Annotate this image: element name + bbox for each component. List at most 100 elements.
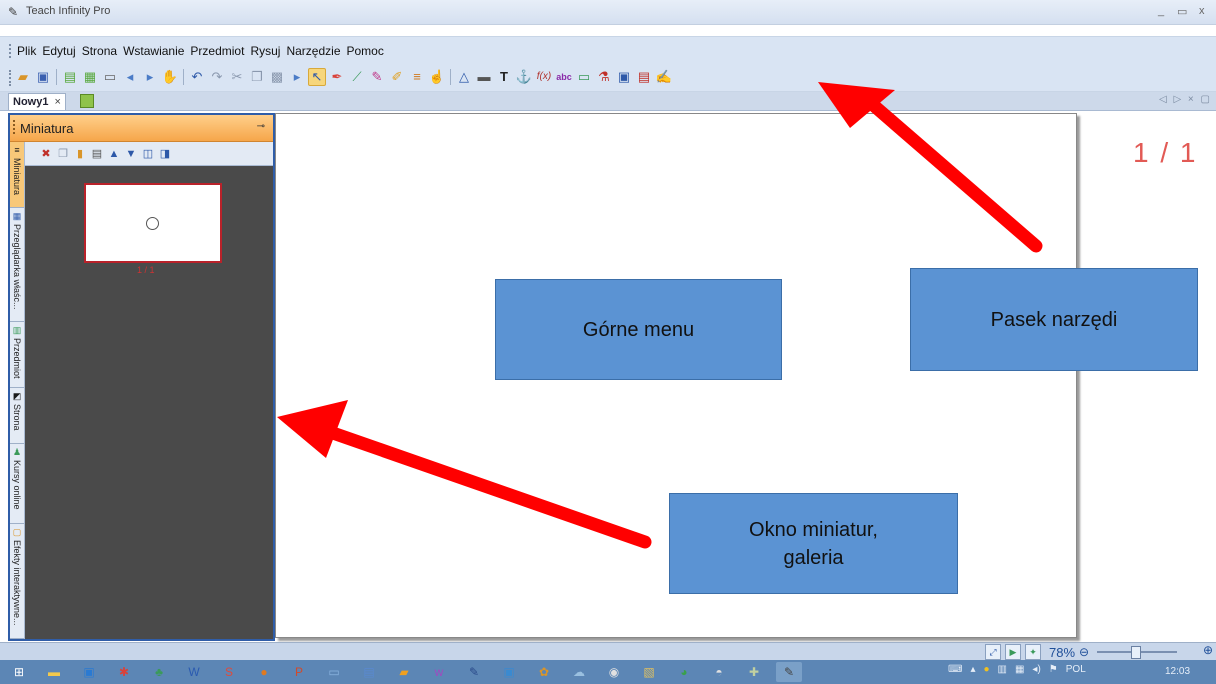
menu-narzedzie[interactable]: Narzędzie	[285, 44, 341, 58]
chrome-icon[interactable]: ◕	[671, 662, 697, 682]
page-thumbnail[interactable]	[84, 183, 222, 263]
menu-grip[interactable]	[9, 44, 13, 58]
paste-icon[interactable]: ▩	[268, 68, 286, 86]
new-page-green-icon[interactable]: ▦	[81, 68, 99, 86]
abc-icon[interactable]: abc	[555, 68, 573, 86]
keyboard-icon[interactable]: ⌨	[948, 664, 962, 675]
play-icon[interactable]: ▶	[1005, 644, 1021, 660]
outlook-icon[interactable]: ▣	[76, 662, 102, 682]
menu-przedmiot[interactable]: Przedmiot	[189, 44, 245, 58]
next-page-icon[interactable]: ▸	[141, 68, 159, 86]
fit-page-icon[interactable]: ⤢	[985, 644, 1001, 660]
menu-strona[interactable]: Strona	[81, 44, 118, 58]
save-icon[interactable]: ▣	[34, 68, 52, 86]
text-icon[interactable]: T	[495, 68, 513, 86]
flag-icon[interactable]: ⚑	[1049, 664, 1058, 675]
app-red-icon[interactable]: ✱	[111, 662, 137, 682]
app-disc-icon[interactable]: ◉	[601, 662, 627, 682]
folder-open-icon[interactable]: ▰	[14, 68, 32, 86]
tab-close-icon[interactable]: ×	[54, 96, 60, 108]
app-pen-icon[interactable]: ✎	[461, 662, 487, 682]
minimize-button[interactable]: _	[1158, 5, 1164, 17]
ruler-icon[interactable]: ⟋	[348, 68, 366, 86]
redo-icon[interactable]: ↷	[208, 68, 226, 86]
triangle-icon[interactable]: △	[455, 68, 473, 86]
move-down-icon[interactable]: ▼	[124, 146, 138, 162]
firefox-icon[interactable]: ●	[251, 662, 277, 682]
page-icon[interactable]: ▭	[101, 68, 119, 86]
teach-infinity-taskbar-icon[interactable]: ✎	[776, 662, 802, 682]
warning-icon[interactable]: ●	[983, 664, 989, 675]
anchor-icon[interactable]: ⚓	[515, 68, 533, 86]
select-arrow-icon[interactable]: ↖	[308, 68, 326, 86]
cut-icon[interactable]: ✂	[228, 68, 246, 86]
zoom-slider[interactable]	[1097, 646, 1178, 659]
new-page-icon[interactable]: ▤	[61, 68, 79, 86]
signature-icon[interactable]: ✍	[655, 68, 673, 86]
insert-page-before-icon[interactable]: ▤	[90, 146, 104, 162]
prev-page-icon[interactable]: ◂	[121, 68, 139, 86]
app-purple-icon[interactable]: w	[426, 662, 452, 682]
settings-gear-icon[interactable]: ✦	[1025, 644, 1041, 660]
pointer-hand-icon[interactable]: ☝	[428, 68, 446, 86]
tab-strip-controls[interactable]: ◁ ▷ × ▢	[1159, 94, 1212, 105]
insert-page-icon[interactable]: ▸	[288, 68, 306, 86]
close-button[interactable]: x	[1199, 5, 1205, 17]
duplicate-page-icon[interactable]: ◫	[141, 146, 155, 162]
copy-icon[interactable]: ❐	[248, 68, 266, 86]
zoom-out-icon[interactable]: ⊖	[1079, 645, 1089, 659]
app-globe-icon[interactable]: ◓	[706, 662, 732, 682]
media-icon[interactable]: ▣	[615, 68, 633, 86]
export-icon[interactable]: ▤	[635, 68, 653, 86]
app-lb-icon[interactable]: ▤	[356, 662, 382, 682]
copy-page-icon[interactable]: ❐	[56, 146, 70, 162]
zoom-in-icon[interactable]: ⊕	[1203, 643, 1213, 657]
zoom-slider-thumb[interactable]	[1131, 646, 1142, 659]
hand-icon[interactable]: ✋	[161, 68, 179, 86]
network-icon[interactable]: ▥	[998, 664, 1007, 675]
pin-icon[interactable]: ⊸	[257, 121, 265, 132]
app-cloud-icon[interactable]: ☁	[566, 662, 592, 682]
volume-icon[interactable]: ◂)	[1032, 664, 1040, 675]
app-note-icon[interactable]: ▧	[636, 662, 662, 682]
paste-page-icon[interactable]: ▮	[73, 146, 87, 162]
new-tab-icon[interactable]	[80, 94, 94, 108]
app-orange-icon[interactable]: ▰	[391, 662, 417, 682]
app-s-icon[interactable]: S	[216, 662, 242, 682]
lab-flask-icon[interactable]: ⚗	[595, 68, 613, 86]
panel-grip[interactable]	[13, 120, 15, 134]
vtab-przegladarka[interactable]: ▦ Przeglądarka właśc...	[10, 208, 24, 322]
app-tool-icon[interactable]: ✚	[741, 662, 767, 682]
app-green-icon[interactable]: ♣	[146, 662, 172, 682]
start-icon[interactable]: ⊞	[6, 662, 32, 682]
word-icon[interactable]: W	[181, 662, 207, 682]
clock[interactable]: 12:03	[1165, 666, 1190, 677]
app-blue-icon[interactable]: ▣	[496, 662, 522, 682]
vtab-przedmiot[interactable]: ▥ Przedmiot	[10, 322, 24, 388]
menu-wstawianie[interactable]: Wstawianie	[122, 44, 185, 58]
menu-edytuj[interactable]: Edytuj	[41, 44, 76, 58]
powerpoint-icon[interactable]: P	[286, 662, 312, 682]
vtab-kursy-online[interactable]: ♟ Kursy online	[10, 444, 24, 524]
explorer-icon[interactable]: ▬	[41, 662, 67, 682]
menu-rysuj[interactable]: Rysuj	[249, 44, 281, 58]
app-window-icon[interactable]: ▭	[321, 662, 347, 682]
menu-pomoc[interactable]: Pomoc	[346, 44, 385, 58]
app-paint-icon[interactable]: ✿	[531, 662, 557, 682]
menu-plik[interactable]: Plik	[16, 44, 37, 58]
function-icon[interactable]: f(x)	[535, 68, 553, 86]
textbox-icon[interactable]: ▭	[575, 68, 593, 86]
eraser-text-icon[interactable]: ≡	[408, 68, 426, 86]
video-icon[interactable]: ▬	[475, 68, 493, 86]
vtab-miniatura[interactable]: ≡ Miniatura	[10, 142, 24, 208]
tab-nowy1[interactable]: Nowy1 ×	[8, 93, 66, 110]
vtab-efekty[interactable]: ▢ Efekty interaktywne...	[10, 524, 24, 639]
highlighter-icon[interactable]: ✐	[388, 68, 406, 86]
display-icon[interactable]: ▦	[1015, 664, 1024, 675]
page-properties-icon[interactable]: ◨	[158, 146, 172, 162]
pen-icon[interactable]: ✒	[328, 68, 346, 86]
delete-page-icon[interactable]: ✖	[39, 146, 53, 162]
move-up-icon[interactable]: ▲	[107, 146, 121, 162]
restore-button[interactable]: ▭	[1177, 5, 1187, 18]
toolbar-grip[interactable]	[9, 70, 11, 86]
